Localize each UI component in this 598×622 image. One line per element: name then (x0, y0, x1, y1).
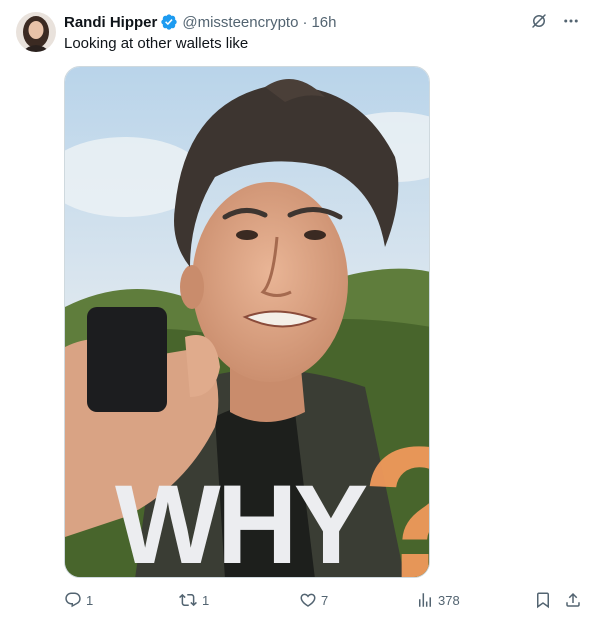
repost-button[interactable]: 1 (178, 588, 209, 612)
tweet-media[interactable]: ? WHY (64, 66, 430, 578)
overlay-question-mark: ? (361, 419, 429, 577)
like-button[interactable]: 7 (299, 588, 328, 612)
separator-dot: · (302, 13, 308, 31)
tweet[interactable]: Randi Hipper @missteencrypto · 16h Looki… (0, 0, 598, 622)
views-icon (419, 593, 431, 607)
overlay-caption: WHY (115, 462, 368, 578)
views-count: 378 (438, 592, 460, 608)
repost-count: 1 (202, 592, 210, 608)
share-icon (566, 592, 580, 607)
more-icon[interactable] (560, 10, 582, 32)
verified-badge-icon (160, 13, 178, 31)
tweet-actions: 1 1 7 378 (64, 588, 584, 612)
display-name[interactable]: Randi Hipper (64, 14, 157, 31)
reply-icon (65, 592, 81, 608)
repost-icon (179, 593, 197, 607)
tweet-header: Randi Hipper @missteencrypto · 16h (64, 12, 336, 32)
bookmark-icon (537, 592, 549, 609)
bookmark-button[interactable] (534, 588, 552, 612)
share-button[interactable] (564, 588, 582, 612)
views-button[interactable]: 378 (416, 588, 460, 612)
heart-icon (300, 593, 316, 607)
tweet-text: Looking at other wallets like (64, 35, 249, 52)
grok-icon[interactable] (528, 10, 550, 32)
reply-count: 1 (86, 592, 94, 608)
like-count: 7 (321, 592, 329, 608)
avatar-image (16, 12, 56, 52)
reply-button[interactable]: 1 (64, 588, 93, 612)
header-actions (528, 10, 582, 32)
avatar[interactable] (16, 12, 56, 52)
timestamp[interactable]: 16h (311, 14, 336, 31)
handle[interactable]: @missteencrypto (182, 14, 298, 31)
